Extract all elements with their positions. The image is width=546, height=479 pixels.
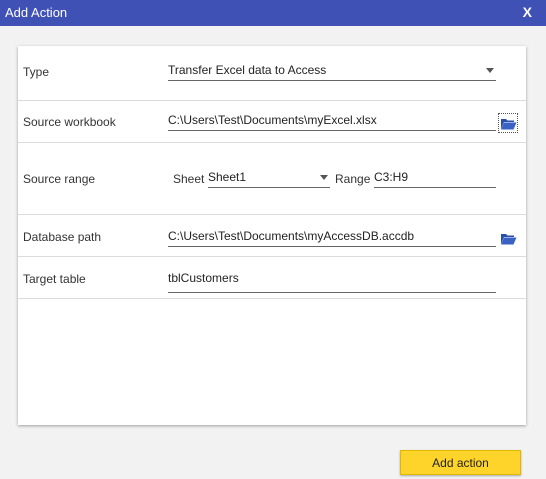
- target-table-row: Target table tblCustomers: [18, 257, 526, 299]
- range-label: Range: [335, 172, 371, 186]
- browse-database-button[interactable]: [498, 228, 518, 248]
- target-table-field[interactable]: tblCustomers: [168, 269, 496, 293]
- chevron-down-icon: [320, 175, 328, 180]
- folder-open-icon: [500, 118, 516, 129]
- source-range-label: Source range: [23, 172, 96, 186]
- source-range-row: Source range Sheet Sheet1 Range C3:H9: [18, 143, 526, 215]
- type-select[interactable]: Transfer Excel data to Access: [168, 61, 496, 81]
- type-row: Type Transfer Excel data to Access: [18, 46, 526, 101]
- sheet-select-value: Sheet1: [208, 170, 247, 184]
- range-value: C3:H9: [374, 170, 409, 184]
- source-workbook-row: Source workbook C:\Users\Test\Documents\…: [18, 101, 526, 143]
- folder-open-icon: [500, 233, 516, 244]
- close-button[interactable]: X: [523, 4, 532, 20]
- add-action-button[interactable]: Add action: [400, 450, 521, 475]
- source-workbook-label: Source workbook: [23, 115, 116, 129]
- type-select-value: Transfer Excel data to Access: [168, 63, 327, 77]
- type-label: Type: [23, 65, 50, 79]
- chevron-down-icon: [486, 68, 494, 73]
- title-bar: Add Action X: [0, 0, 546, 26]
- source-workbook-field[interactable]: C:\Users\Test\Documents\myExcel.xlsx: [168, 111, 496, 131]
- range-field[interactable]: C3:H9: [374, 168, 496, 188]
- database-path-value: C:\Users\Test\Documents\myAccessDB.accdb: [168, 229, 415, 243]
- database-path-label: Database path: [23, 230, 102, 244]
- source-workbook-value: C:\Users\Test\Documents\myExcel.xlsx: [168, 113, 377, 127]
- database-path-row: Database path C:\Users\Test\Documents\my…: [18, 215, 526, 257]
- sheet-select[interactable]: Sheet1: [208, 168, 330, 188]
- browse-workbook-button[interactable]: [498, 113, 518, 133]
- target-table-label: Target table: [23, 272, 86, 286]
- window-title: Add Action: [5, 5, 68, 20]
- form-panel: Type Transfer Excel data to Access Sourc…: [18, 46, 526, 425]
- target-table-value: tblCustomers: [168, 271, 239, 285]
- database-path-field[interactable]: C:\Users\Test\Documents\myAccessDB.accdb: [168, 227, 496, 247]
- sheet-label: Sheet: [173, 172, 205, 186]
